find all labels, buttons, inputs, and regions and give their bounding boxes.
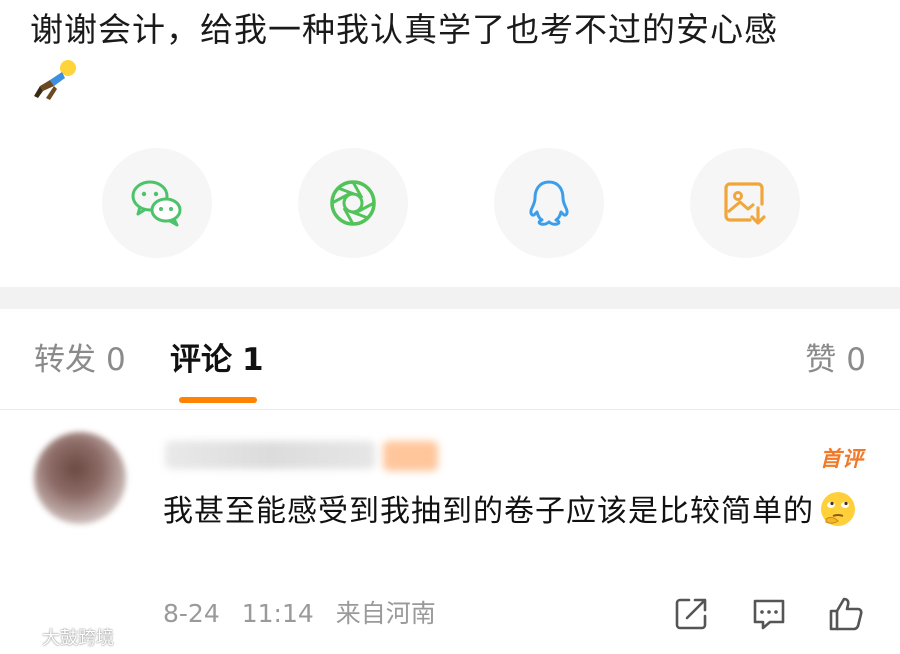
tab-repost-label: 转发	[34, 342, 96, 378]
section-separator	[0, 287, 900, 309]
tab-comment[interactable]: 评论 1	[170, 338, 264, 382]
share-wechat-button[interactable]	[102, 148, 212, 258]
save-image-icon	[724, 182, 766, 225]
watermark-logo-icon	[10, 628, 36, 646]
comment-meta: 8-24 11:14 来自河南	[163, 598, 436, 630]
tab-repost[interactable]: 转发 0	[34, 338, 126, 382]
wechat-icon	[131, 180, 182, 227]
tab-like-count: 0	[846, 342, 866, 378]
first-comment-badge: 首评	[820, 447, 864, 471]
share-qq-button[interactable]	[494, 148, 604, 258]
comment-date: 8-24	[163, 599, 220, 628]
comment-text-content: 我甚至能感受到我抽到的卷子应该是比较简单的	[163, 494, 814, 529]
moments-icon	[330, 180, 376, 226]
post-text: 谢谢会计，给我一种我认真学了也考不过的安心感	[30, 10, 778, 49]
tab-comment-label: 评论	[170, 342, 232, 378]
comment-text: 我甚至能感受到我抽到的卷子应该是比较简单的	[163, 488, 875, 536]
comment-location: 来自河南	[335, 599, 436, 628]
username-blurred[interactable]	[165, 441, 375, 469]
tab-like-label: 赞	[805, 342, 837, 378]
active-tab-indicator	[179, 397, 257, 403]
tab-divider	[0, 409, 900, 410]
tab-like[interactable]: 赞0	[805, 338, 866, 382]
comment-time: 11:14	[241, 599, 314, 628]
repost-icon[interactable]	[672, 595, 710, 633]
share-moments-button[interactable]	[298, 148, 408, 258]
qq-icon	[529, 180, 569, 226]
tab-repost-count: 0	[106, 342, 126, 378]
user-badge-blurred	[383, 441, 438, 471]
like-thumbs-up-icon[interactable]	[827, 595, 865, 633]
reply-comment-icon[interactable]	[750, 595, 788, 633]
thinking-eyeroll-emoji	[821, 492, 855, 526]
tab-comment-count: 1	[242, 342, 264, 378]
watermark-text: 大鼓跨境	[42, 628, 114, 649]
avatar[interactable]	[34, 432, 126, 524]
watermark: 大鼓跨境	[8, 624, 114, 650]
sleeping-person-emoji	[34, 60, 76, 100]
save-image-button[interactable]	[690, 148, 800, 258]
